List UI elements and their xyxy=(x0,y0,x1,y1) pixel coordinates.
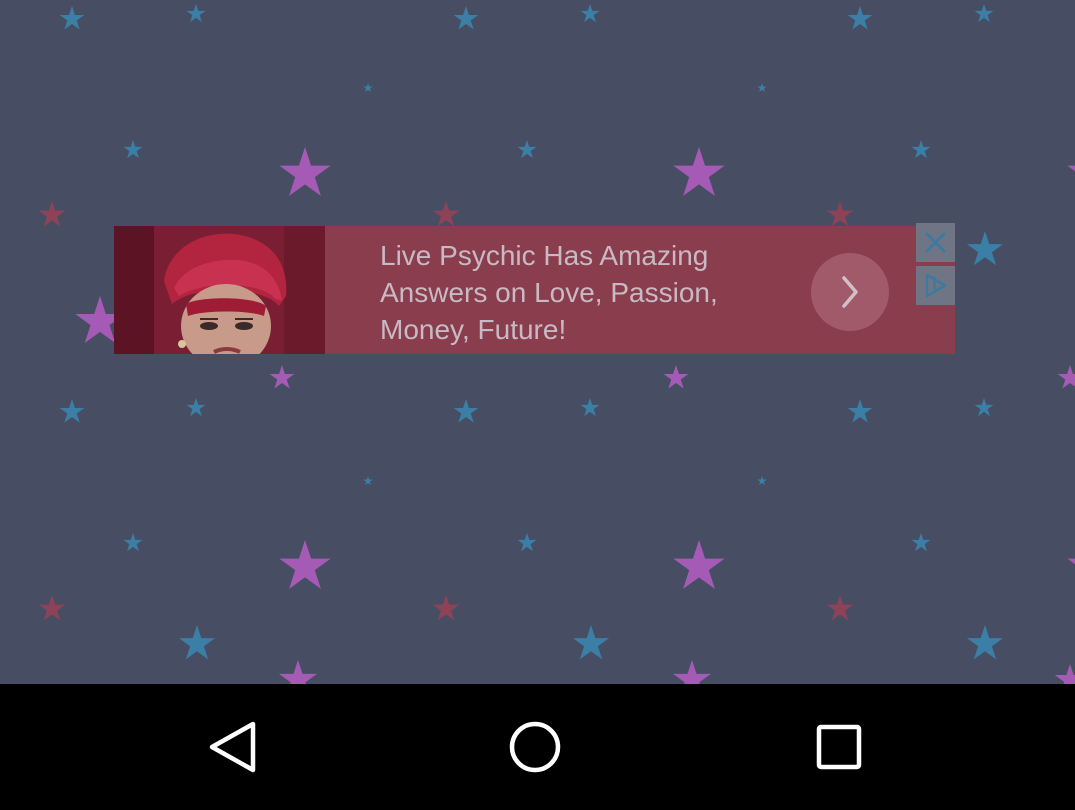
ad-banner[interactable]: Live Psychic Has Amazing Answers on Love… xyxy=(114,226,955,354)
ad-photo-psychic xyxy=(114,226,325,354)
ad-close-button[interactable] xyxy=(916,223,955,262)
back-button[interactable] xyxy=(175,684,295,810)
ad-open-button[interactable] xyxy=(811,253,889,331)
ad-headline: Live Psychic Has Amazing Answers on Love… xyxy=(380,237,800,348)
ad-headline-line-2: Answers on Love, Passion, xyxy=(380,277,718,308)
back-triangle-icon xyxy=(209,721,256,773)
ad-choices-icon xyxy=(925,273,947,298)
home-circle-icon xyxy=(509,721,561,773)
close-icon xyxy=(925,232,946,253)
chevron-right-icon xyxy=(842,276,858,308)
system-navigation-bar xyxy=(0,684,1075,810)
app-content-area: Live Psychic Has Amazing Answers on Love… xyxy=(0,0,1075,684)
ad-headline-line-3: Money, Future! xyxy=(380,314,567,345)
ad-choices-button[interactable] xyxy=(916,266,955,305)
device-screen: Live Psychic Has Amazing Answers on Love… xyxy=(0,0,1075,810)
home-button[interactable] xyxy=(475,684,595,810)
recents-square-icon xyxy=(816,724,862,770)
recents-button[interactable] xyxy=(779,684,899,810)
ad-headline-line-1: Live Psychic Has Amazing xyxy=(380,240,709,271)
